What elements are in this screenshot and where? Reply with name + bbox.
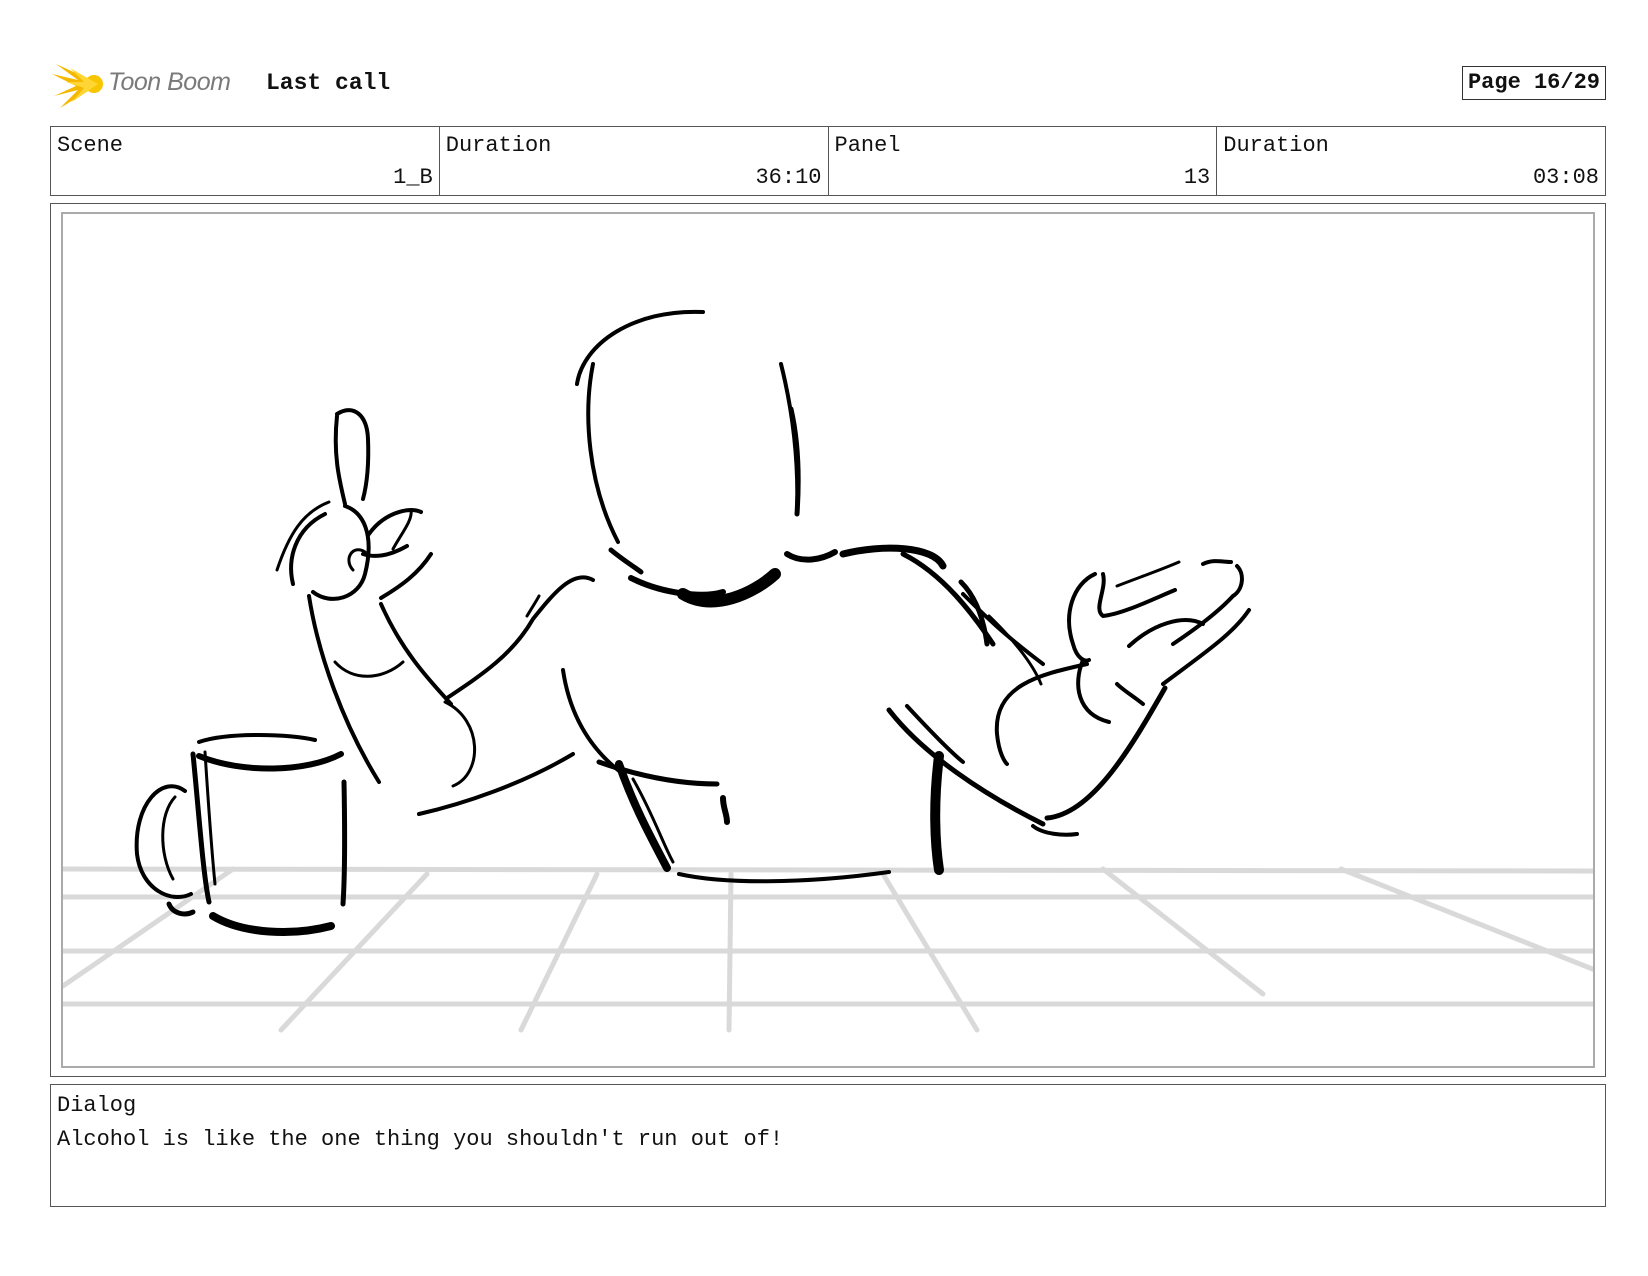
sketch-drawing <box>63 309 1593 1033</box>
storyboard-header: Toon Boom Last call Page 16/29 <box>50 58 1606 108</box>
panel-duration-label: Duration <box>1223 133 1329 158</box>
starburst-icon <box>52 64 103 108</box>
panel-cell: Panel 13 <box>829 127 1218 195</box>
scene-duration-label: Duration <box>445 133 552 158</box>
storyboard-panel <box>50 203 1606 1077</box>
dialog-box: Dialog Alcohol is like the one thing you… <box>50 1084 1606 1207</box>
character-sketch <box>275 309 1251 884</box>
dialog-text: Alcohol is like the one thing you should… <box>57 1127 784 1152</box>
panel-value: 13 <box>1183 165 1211 190</box>
toon-boom-logo: Toon Boom <box>50 58 250 108</box>
panel-duration-cell: Duration 03:08 <box>1217 127 1605 195</box>
table-grid <box>63 866 1593 1033</box>
project-title: Last call <box>266 70 391 96</box>
scene-duration-value: 36:10 <box>755 165 822 190</box>
scene-duration-cell: Duration 36:10 <box>440 127 829 195</box>
dialog-label: Dialog <box>57 1093 137 1118</box>
page-indicator: Page 16/29 <box>1461 66 1606 100</box>
panel-duration-value: 03:08 <box>1532 165 1599 190</box>
panel-info-bar: Scene 1_B Duration 36:10 Panel 13 Durati… <box>50 126 1606 196</box>
panel-label: Panel <box>834 133 901 158</box>
mug-sketch <box>134 733 348 936</box>
scene-value: 1_B <box>393 165 433 190</box>
panel-drawing-frame <box>61 212 1595 1068</box>
scene-label: Scene <box>57 133 124 158</box>
logo-text: Toon Boom <box>108 68 231 96</box>
scene-cell: Scene 1_B <box>51 127 440 195</box>
